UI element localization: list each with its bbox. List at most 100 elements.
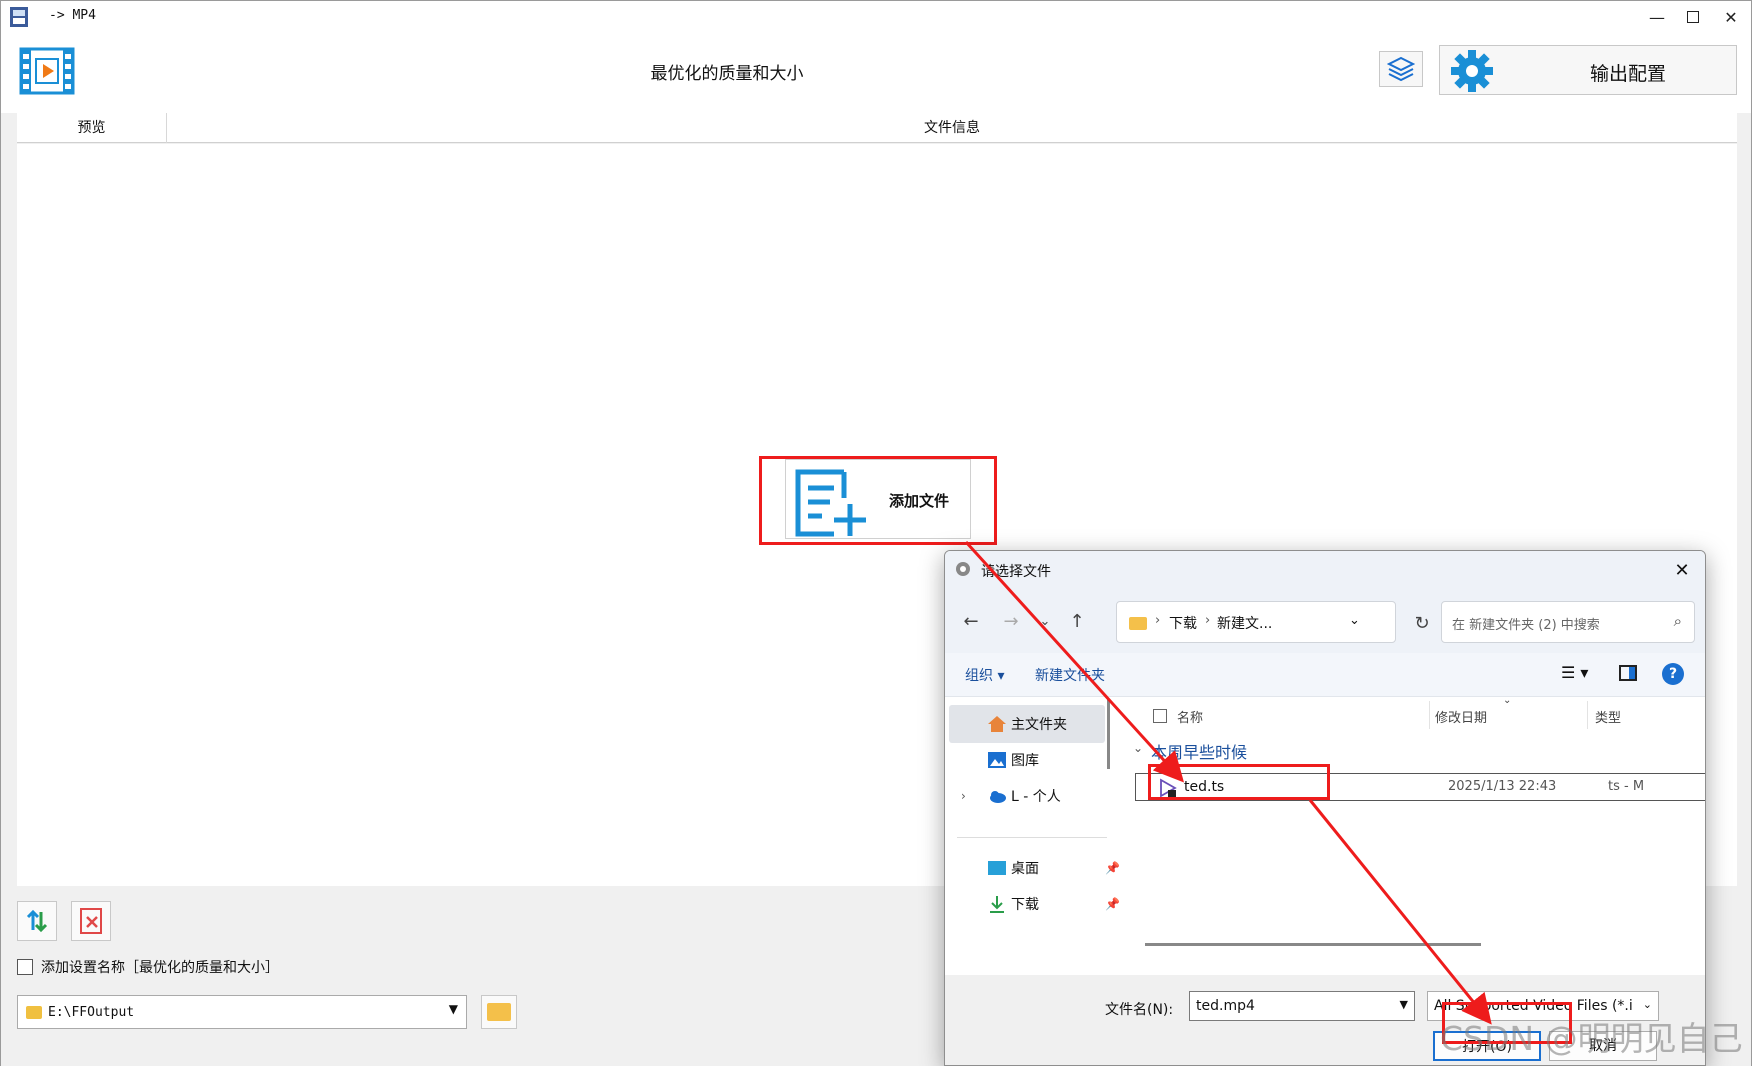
column-name[interactable]: 名称 [1177,707,1203,726]
file-list: 名称 修改日期 ⌄ 类型 ⌄ 本周早些时候 ted.ts 2025/1/13 2… [1121,695,1705,959]
output-path-select[interactable]: E:\FFOutput ▼ [17,995,467,1029]
close-icon: ✕ [1724,7,1738,27]
help-icon[interactable]: ? [1662,663,1684,685]
remove-file-icon [80,908,102,934]
nav-divider [957,837,1107,838]
add-setting-name-label: 添加设置名称［最优化的质量和大小］ [41,960,279,976]
new-folder-button[interactable]: 新建文件夹 [1035,665,1105,685]
preset-name: 最优化的质量和大小 [650,64,804,84]
window-title: -> MP4 [49,8,96,23]
back-button[interactable]: ← [957,607,985,635]
chevron-down-icon: ⌄ [1039,613,1051,629]
add-setting-name-checkbox[interactable]: 添加设置名称［最优化的质量和大小］ [17,956,279,978]
up-button[interactable]: ↑ [1063,607,1091,635]
chevron-down-icon[interactable]: ▼ [1400,998,1408,1011]
nav-item-label: L - 个人 [1011,789,1061,805]
close-button[interactable]: ✕ [1713,1,1749,33]
nav-item-label: 图库 [1011,753,1039,769]
column-divider[interactable] [1587,701,1588,729]
output-config-button[interactable]: 输出配置 [1439,45,1737,95]
close-icon: ✕ [1674,559,1690,581]
forward-button[interactable]: → [997,607,1025,635]
nav-scrollbar[interactable] [1107,699,1110,769]
header: 最优化的质量和大小 输出配置 [1,33,1751,113]
nav-item-label: 主文件夹 [1011,717,1067,733]
folder-open-icon [487,1003,511,1021]
dialog-close-button[interactable]: ✕ [1667,555,1697,585]
organize-menu[interactable]: 组织 ▾ [965,665,1004,685]
cloud-icon [990,791,1006,803]
home-icon [988,716,1006,732]
view-options-button[interactable]: ☰ ▾ [1561,663,1588,682]
pin-icon[interactable]: 📌 [1105,897,1120,911]
filename-value: ted.mp4 [1196,998,1255,1014]
chevron-down-icon[interactable]: ⌄ [1643,998,1652,1011]
title-bar: -> MP4 — ✕ [1,1,1751,33]
sort-button[interactable] [17,901,57,941]
column-divider[interactable] [1429,701,1430,729]
select-all-checkbox[interactable] [1153,709,1167,723]
layers-button[interactable] [1379,51,1423,87]
dialog-app-icon [956,562,970,576]
highlight-add-file [759,456,997,545]
address-bar[interactable]: › 下载 › 新建文... ⌄ [1116,601,1396,643]
nav-item-desktop[interactable]: 桌面 📌 [949,849,1120,887]
pin-icon[interactable]: 📌 [1105,861,1120,875]
highlight-file-row [1148,764,1330,800]
arrow-up-icon: ↑ [1069,610,1085,632]
preview-pane-icon[interactable] [1619,665,1637,681]
group-header[interactable]: 本周早些时候 [1151,739,1247,763]
browse-folder-button[interactable] [481,995,517,1029]
output-config-label: 输出配置 [1589,63,1666,85]
search-placeholder: 在 新建文件夹 (2) 中搜索 [1452,618,1600,633]
desktop-icon [988,861,1006,875]
arrow-right-icon: → [1003,610,1019,632]
maximize-button[interactable] [1675,1,1711,33]
chevron-down-icon[interactable]: ⌄ [1349,613,1360,628]
chevron-right-icon[interactable]: › [961,789,966,803]
folder-icon [1129,617,1147,630]
nav-item-onedrive[interactable]: › L - 个人 [949,777,1105,815]
column-preview[interactable]: 预览 [17,113,167,143]
recent-locations-button[interactable]: ⌄ [1031,607,1059,635]
horizontal-scrollbar[interactable] [1145,943,1481,946]
minimize-button[interactable]: — [1639,1,1675,33]
maximize-icon [1687,11,1699,23]
breadcrumb-downloads[interactable]: 下载 [1169,613,1197,633]
column-file-info[interactable]: 文件信息 [167,113,1737,143]
refresh-button[interactable]: ↻ [1408,609,1436,637]
file-list-header: 预览 文件信息 [17,113,1737,143]
dialog-command-bar: 组织 ▾ 新建文件夹 ☰ ▾ ? [945,653,1705,697]
file-date: 2025/1/13 22:43 [1448,779,1557,794]
arrow-left-icon: ← [963,610,979,632]
nav-item-label: 下载 [1011,897,1039,913]
nav-item-downloads[interactable]: 下载 📌 [949,885,1120,923]
dialog-title-bar: 请选择文件 ✕ [945,551,1705,589]
remove-button[interactable] [71,901,111,941]
layers-icon [1387,56,1415,82]
column-type[interactable]: 类型 [1595,707,1621,726]
group-collapse-icon[interactable]: ⌄ [1133,741,1143,755]
nav-item-home[interactable]: 主文件夹 [949,705,1105,743]
checkbox-box[interactable] [17,959,33,975]
chevron-down-icon: ▼ [448,1002,458,1016]
output-path-value: E:\FFOutput [48,1005,135,1020]
file-open-dialog: 请选择文件 ✕ ← → ⌄ ↑ › 下载 › 新建文... ⌄ ↻ 在 新建文件… [944,550,1706,1066]
file-list-header: 名称 修改日期 ⌄ 类型 [1121,695,1705,733]
breadcrumb-separator-icon: › [1155,613,1161,628]
minimize-icon: — [1649,7,1665,27]
sort-chevron-icon: ⌄ [1503,695,1512,706]
nav-item-gallery[interactable]: 图库 [949,741,1105,779]
filename-label: 文件名(N): [1105,1002,1174,1018]
dialog-title: 请选择文件 [981,564,1051,580]
breadcrumb-separator-icon: › [1205,613,1211,628]
app-icon [10,7,28,27]
gallery-icon [988,752,1006,768]
filename-input[interactable]: ted.mp4 ▼ [1189,991,1415,1021]
navigation-pane: 主文件夹 图库 › L - 个人 桌面 📌 下载 📌 [945,697,1120,975]
column-modified[interactable]: 修改日期 [1435,707,1487,726]
search-box[interactable]: 在 新建文件夹 (2) 中搜索 ⌕ [1441,601,1695,643]
breadcrumb-new-folder[interactable]: 新建文... [1217,613,1272,633]
watermark: CSDN @明明见自己 [1440,1019,1743,1058]
dialog-nav-bar: ← → ⌄ ↑ › 下载 › 新建文... ⌄ ↻ 在 新建文件夹 (2) 中搜… [945,589,1705,653]
